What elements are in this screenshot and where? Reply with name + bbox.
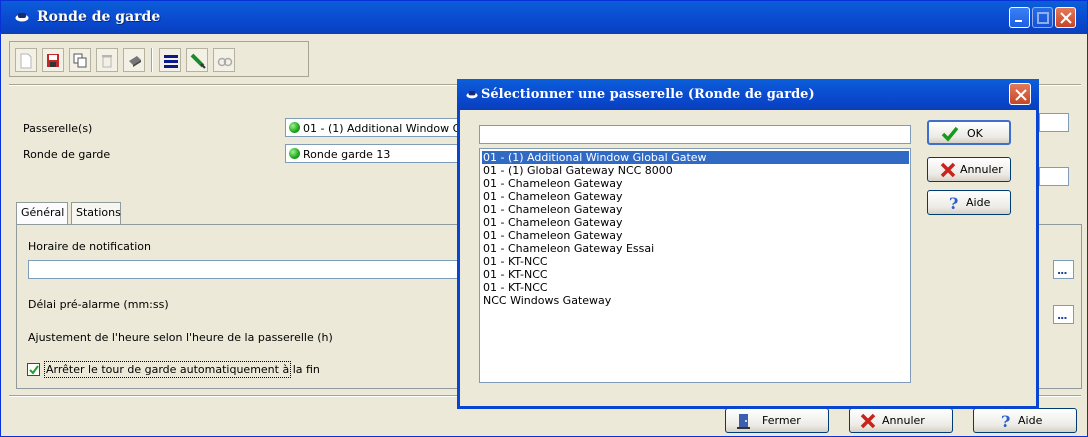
- find-icon: [217, 57, 233, 67]
- help-icon: ?: [1001, 413, 1010, 429]
- right-field-2[interactable]: [1039, 167, 1069, 186]
- dialog-title-bar[interactable]: Sélectionner une passerelle (Ronde de ga…: [457, 79, 1039, 110]
- save-button[interactable]: [42, 48, 64, 72]
- delete-button[interactable]: [96, 48, 118, 72]
- dialog-title: Sélectionner une passerelle (Ronde de ga…: [481, 87, 815, 102]
- copy-button[interactable]: [69, 48, 91, 72]
- app-icon: [466, 91, 478, 99]
- app-icon: [15, 13, 29, 22]
- maximize-icon: [1037, 12, 1049, 24]
- list-item[interactable]: 01 - KT-NCC: [482, 281, 909, 294]
- notification-input[interactable]: [28, 260, 468, 279]
- ellipsis-icon: ...: [1057, 264, 1068, 277]
- select-gateway-dialog: Sélectionner une passerelle (Ronde de ga…: [457, 79, 1039, 409]
- close-window-label: Fermer: [762, 414, 801, 427]
- dialog-cancel-button[interactable]: Annuler: [927, 157, 1011, 182]
- adjust-label: Ajustement de l'heure selon l'heure de l…: [28, 331, 333, 344]
- door-icon: [737, 414, 750, 429]
- cancel-button[interactable]: Annuler: [849, 408, 953, 433]
- print-icon: [129, 56, 141, 67]
- list-item[interactable]: 01 - Chameleon Gateway: [482, 216, 909, 229]
- close-icon: [1060, 12, 1072, 24]
- minimize-icon: [1015, 20, 1022, 22]
- svg-text:?: ?: [949, 195, 958, 211]
- list-item[interactable]: 01 - Chameleon Gateway Essai: [482, 242, 909, 255]
- checkmark-icon: [29, 365, 39, 375]
- delete-icon: [102, 55, 112, 68]
- list-button[interactable]: [159, 48, 181, 72]
- round-field[interactable]: Ronde garde 13: [285, 144, 460, 163]
- svg-text:?: ?: [1001, 413, 1010, 429]
- prealarm-browse-button[interactable]: ...: [1053, 305, 1074, 324]
- gateway-label: Passerelle(s): [23, 122, 93, 135]
- dialog-help-label: Aide: [966, 196, 991, 209]
- list-item[interactable]: 01 - Chameleon Gateway: [482, 177, 909, 190]
- close-icon: [1015, 89, 1027, 101]
- notification-label: Horaire de notification: [28, 240, 151, 253]
- dialog-close-button[interactable]: [1009, 83, 1031, 105]
- list-item[interactable]: 01 - (1) Additional Window Global Gatew: [482, 151, 909, 164]
- print-button[interactable]: [123, 48, 145, 72]
- gateway-list[interactable]: 01 - (1) Additional Window Global Gatew 0…: [479, 148, 911, 383]
- notification-browse-button[interactable]: ...: [1053, 260, 1074, 279]
- round-label: Ronde de garde: [23, 148, 111, 161]
- stop-checkbox[interactable]: [27, 363, 40, 376]
- cancel-icon: [860, 413, 876, 429]
- dialog-help-button[interactable]: ? Aide: [927, 190, 1011, 215]
- list-item[interactable]: 01 - KT-NCC: [482, 268, 909, 281]
- ellipsis-icon: ...: [1057, 309, 1068, 322]
- prealarm-label: Délai pré-alarme (mm:ss): [28, 298, 169, 311]
- toolbar-separator: [151, 48, 153, 72]
- cancel-icon: [940, 162, 956, 178]
- round-value: Ronde garde 13: [303, 148, 391, 161]
- toolbar: [9, 41, 309, 77]
- save-icon: [47, 54, 59, 67]
- title-bar[interactable]: Ronde de garde: [1, 1, 1087, 34]
- window-title: Ronde de garde: [37, 9, 161, 25]
- tab-stations[interactable]: Stations: [71, 202, 121, 224]
- list-item[interactable]: 01 - KT-NCC: [482, 255, 909, 268]
- ok-check-icon: [941, 126, 959, 142]
- help-button[interactable]: ? Aide: [973, 408, 1077, 433]
- list-item[interactable]: NCC Windows Gateway: [482, 294, 909, 307]
- status-ok-icon: [289, 122, 300, 133]
- list-item[interactable]: 01 - Chameleon Gateway: [482, 229, 909, 242]
- list-item[interactable]: 01 - Chameleon Gateway: [482, 203, 909, 216]
- gateway-value: 01 - (1) Additional Window Glo: [303, 122, 460, 135]
- new-icon: [20, 53, 32, 69]
- edit-button[interactable]: [186, 48, 208, 72]
- right-field-1[interactable]: [1039, 113, 1069, 132]
- edit-icon: [190, 53, 206, 69]
- find-button[interactable]: [213, 48, 235, 72]
- gateway-field[interactable]: 01 - (1) Additional Window Glo: [285, 118, 460, 137]
- minimize-button[interactable]: [1009, 7, 1030, 28]
- copy-icon: [73, 53, 87, 68]
- list-icon: [164, 55, 178, 68]
- close-button[interactable]: [1055, 7, 1076, 28]
- close-window-button[interactable]: Fermer: [725, 408, 829, 433]
- tab-general[interactable]: Général: [16, 202, 68, 225]
- maximize-button[interactable]: [1032, 7, 1053, 28]
- list-item[interactable]: 01 - (1) Global Gateway NCC 8000: [482, 164, 909, 177]
- ok-button[interactable]: OK: [927, 120, 1011, 145]
- stop-label[interactable]: Arrêter le tour de garde automatiquement…: [46, 363, 320, 376]
- cancel-label: Annuler: [882, 414, 925, 427]
- new-button[interactable]: [15, 48, 37, 72]
- status-ok-icon: [289, 148, 300, 159]
- help-label: Aide: [1018, 414, 1043, 427]
- filter-input[interactable]: [479, 125, 911, 144]
- ok-label: OK: [967, 127, 983, 140]
- list-item[interactable]: 01 - Chameleon Gateway: [482, 190, 909, 203]
- help-icon: ?: [949, 195, 958, 211]
- dialog-cancel-label: Annuler: [960, 163, 1003, 176]
